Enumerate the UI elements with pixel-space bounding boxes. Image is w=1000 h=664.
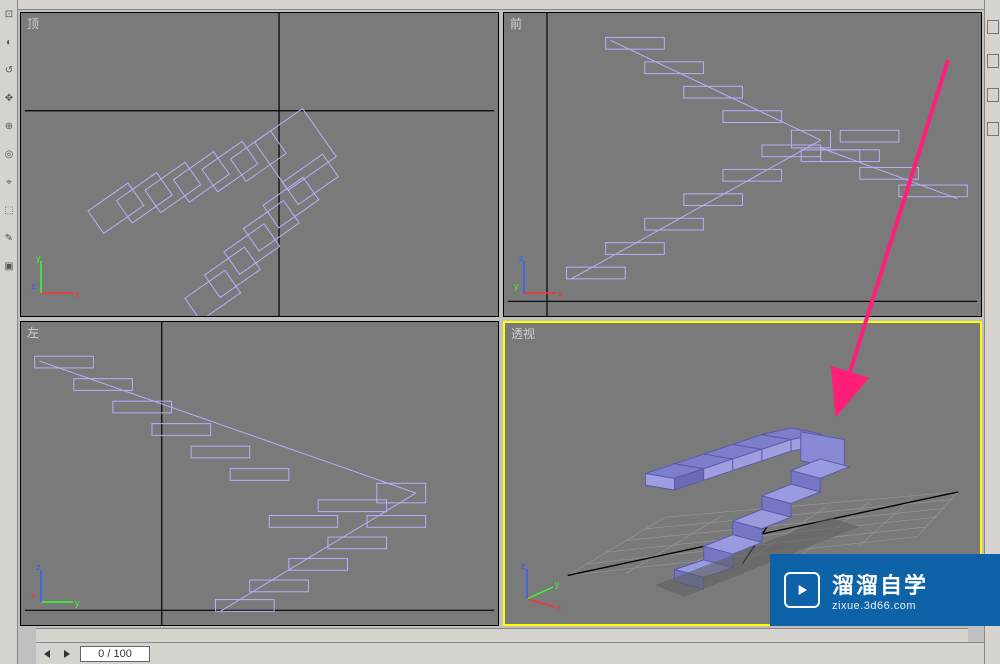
tool-icon[interactable]: ✎ (1, 228, 17, 248)
viewport-label: 顶 (27, 15, 39, 32)
left-toolbar: ⊡ ◐ ↺ ✥ ⊕ ◎ ⌖ ⬚ ✎ ▣ (0, 0, 18, 664)
frame-counter[interactable]: 0 / 100 (80, 646, 150, 662)
watermark-subtitle: zixue.3d66.com (832, 600, 928, 612)
svg-text:x: x (75, 289, 80, 299)
axis-gizmo: x z y (514, 253, 564, 308)
svg-text:z: z (521, 561, 526, 571)
tool-icon[interactable]: ⌖ (1, 172, 17, 192)
panel-icon[interactable] (987, 54, 999, 68)
tool-icon[interactable]: ✥ (1, 88, 17, 108)
svg-text:y: y (555, 579, 560, 589)
viewport-label: 左 (27, 324, 39, 341)
viewport-left[interactable]: 左 (20, 321, 499, 626)
svg-text:y: y (75, 598, 80, 608)
svg-text:z: z (36, 562, 41, 572)
viewport-front[interactable]: 前 (503, 12, 982, 317)
watermark-title: 溜溜自学 (832, 568, 928, 600)
svg-text:y: y (514, 281, 519, 291)
tool-icon[interactable]: ◎ (1, 144, 17, 164)
viewport-canvas (21, 322, 498, 625)
tool-icon[interactable]: ◐ (1, 32, 17, 52)
panel-icon[interactable] (987, 122, 999, 136)
axis-gizmo: x y z (31, 253, 81, 308)
viewport-grid: 顶 (18, 10, 984, 628)
tool-icon[interactable]: ↺ (1, 60, 17, 80)
next-frame-icon[interactable] (60, 647, 74, 661)
axis-gizmo: y z x (31, 562, 81, 617)
viewport-top[interactable]: 顶 (20, 12, 499, 317)
prev-frame-icon[interactable] (40, 647, 54, 661)
tool-icon[interactable]: ⊕ (1, 116, 17, 136)
svg-text:y: y (36, 253, 41, 263)
viewport-canvas (504, 13, 981, 316)
viewport-canvas (21, 13, 498, 316)
tool-icon[interactable]: ▣ (1, 256, 17, 276)
tool-icon[interactable]: ⊡ (1, 4, 17, 24)
play-circle-icon (784, 572, 820, 608)
timeline-bar: 0 / 100 (36, 642, 984, 664)
panel-icon[interactable] (987, 88, 999, 102)
axis-gizmo: x y z (515, 561, 565, 616)
svg-text:x: x (557, 602, 562, 611)
tool-icon[interactable]: ⬚ (1, 200, 17, 220)
top-toolbar (18, 0, 984, 10)
svg-text:x: x (558, 289, 563, 299)
viewport-label: 透视 (511, 325, 535, 342)
viewport-label: 前 (510, 15, 522, 32)
panel-icon[interactable] (987, 20, 999, 34)
svg-text:x: x (31, 590, 36, 600)
svg-text:z: z (519, 253, 524, 263)
svg-text:z: z (31, 281, 36, 291)
horizontal-scrollbar[interactable] (36, 628, 968, 642)
watermark-badge: 溜溜自学 zixue.3d66.com (770, 554, 1000, 626)
